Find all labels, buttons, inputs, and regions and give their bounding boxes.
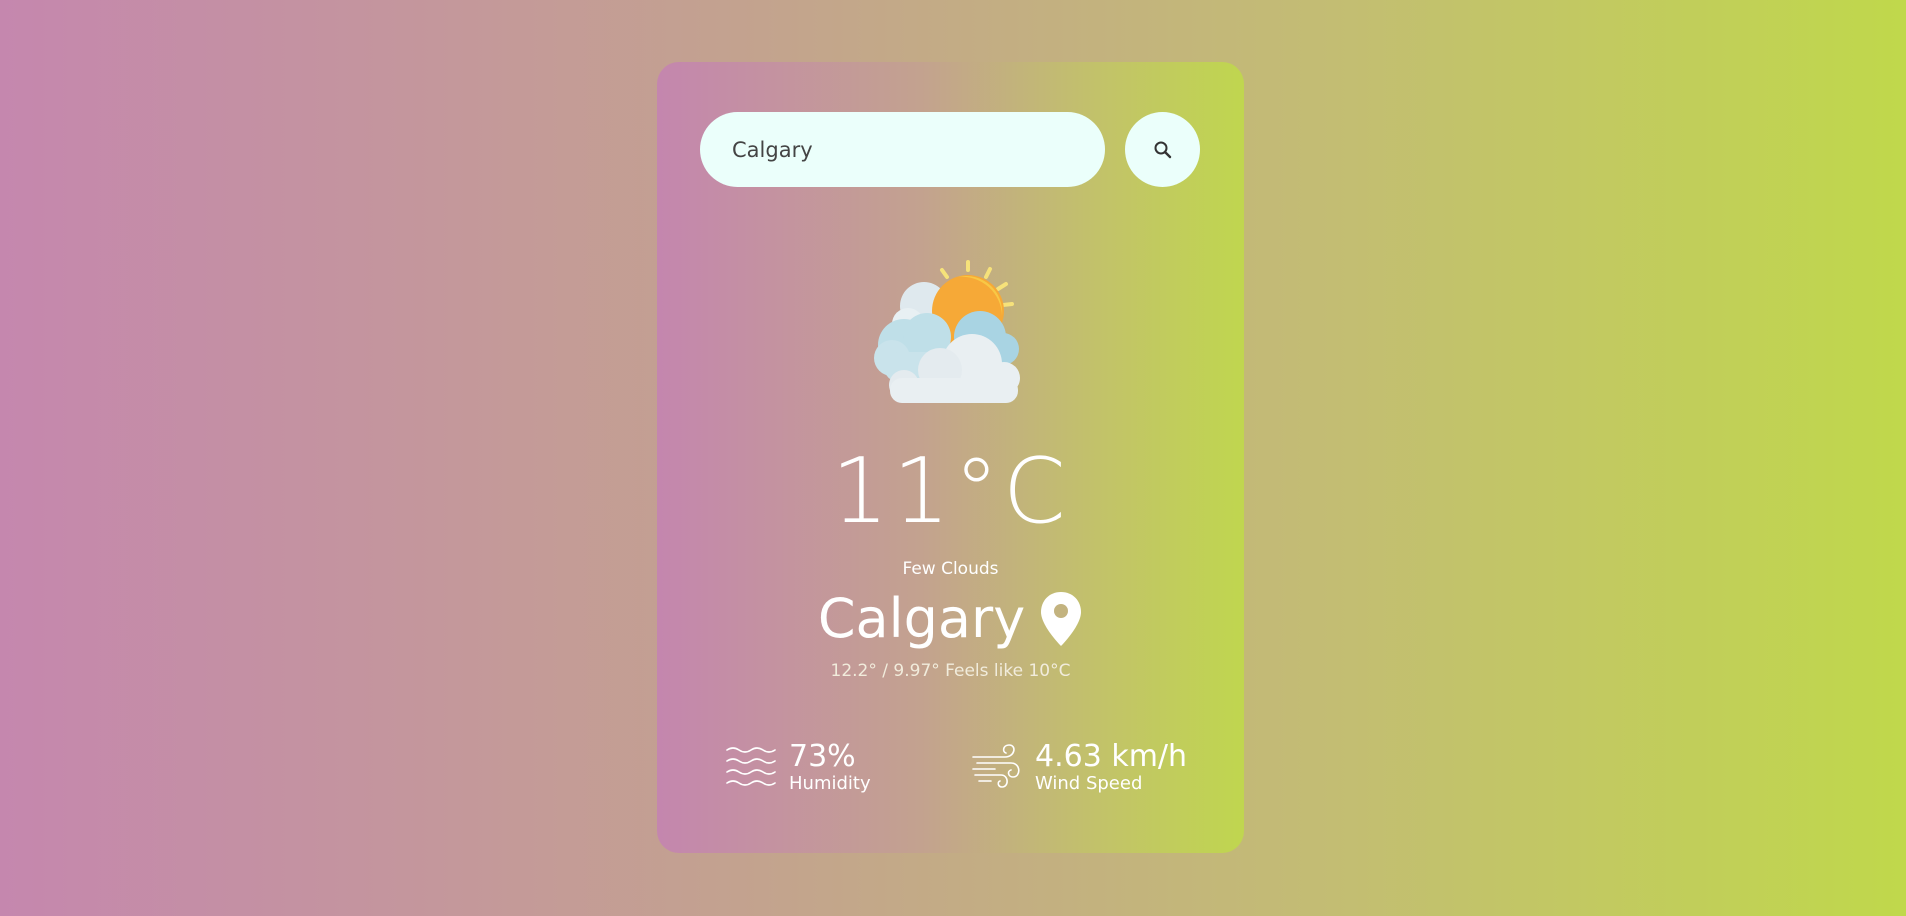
wind-label: Wind Speed [1035, 773, 1143, 794]
temperature-range: 12.2° / 9.97° Feels like 10°C [830, 661, 1071, 681]
temperature: 11°C [831, 439, 1070, 544]
search-button[interactable] [1125, 112, 1200, 187]
sun-behind-clouds-icon [874, 260, 1020, 403]
map-pin-icon [1041, 592, 1082, 646]
weather-card: 11°C Few Clouds Calgary 12.2° / 9.97° Fe… [657, 62, 1244, 853]
humidity-value: 73% [789, 739, 856, 774]
search-input[interactable] [700, 112, 1105, 187]
weather-description: Few Clouds [902, 559, 999, 579]
location: Calgary [657, 590, 1244, 648]
humidity-stat: 73% Humidity [725, 740, 871, 794]
city-name: Calgary [817, 587, 1026, 650]
wind-text: 4.63 km/h Wind Speed [1035, 740, 1187, 794]
humidity-text: 73% Humidity [789, 740, 871, 794]
wind-stat: 4.63 km/h Wind Speed [971, 740, 1187, 794]
humidity-label: Humidity [789, 773, 871, 794]
wind-value: 4.63 km/h [1035, 739, 1188, 774]
search-icon [1154, 141, 1171, 158]
wind-icon [972, 744, 1020, 788]
humidity-waves-icon [726, 747, 776, 786]
